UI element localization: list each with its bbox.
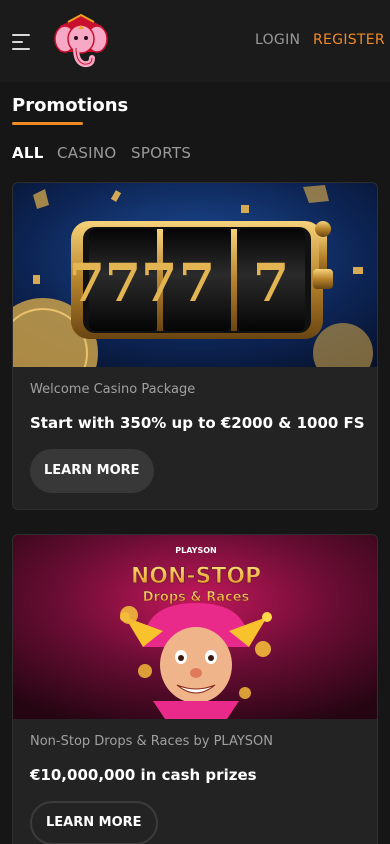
promo-card-playson[interactable]: PLAYSON NON-STOP Drops & Races Non-Stop … (12, 534, 378, 844)
promo-subtitle: Welcome Casino Package (30, 382, 196, 397)
svg-text:7: 7 (253, 253, 289, 314)
svg-text:777: 777 (69, 253, 178, 314)
svg-text:PLAYSON: PLAYSON (175, 546, 216, 555)
page-title: Promotions (12, 95, 129, 116)
promo-subtitle: Non-Stop Drops & Races by PLAYSON (30, 734, 274, 749)
svg-text:Drops & Races: Drops & Races (143, 590, 250, 605)
promo-card-welcome[interactable]: 777 7 7 Welcome Casino Package Start wit… (12, 182, 378, 510)
svg-text:NON-STOP: NON-STOP (131, 564, 261, 589)
tab-all[interactable]: ALL (12, 144, 44, 162)
tab-sports[interactable]: SPORTS (131, 144, 191, 162)
learn-more-button[interactable]: LEARN MORE (30, 801, 158, 844)
register-link[interactable]: REGISTER (313, 32, 385, 48)
slot-machine-image: 777 7 7 (13, 183, 377, 367)
svg-text:7: 7 (179, 253, 215, 314)
header: LOGIN REGISTER (0, 0, 390, 82)
login-link[interactable]: LOGIN (255, 32, 300, 48)
promo-headline: Start with 350% up to €2000 & 1000 FS (30, 414, 365, 432)
hamburger-icon[interactable] (12, 34, 30, 50)
title-underline (12, 122, 83, 125)
tab-casino[interactable]: CASINO (57, 144, 117, 162)
elephant-logo[interactable] (52, 12, 110, 70)
playson-promo-image: PLAYSON NON-STOP Drops & Races (13, 535, 377, 719)
promo-headline: €10,000,000 in cash prizes (30, 766, 257, 784)
learn-more-button[interactable]: LEARN MORE (30, 449, 154, 493)
